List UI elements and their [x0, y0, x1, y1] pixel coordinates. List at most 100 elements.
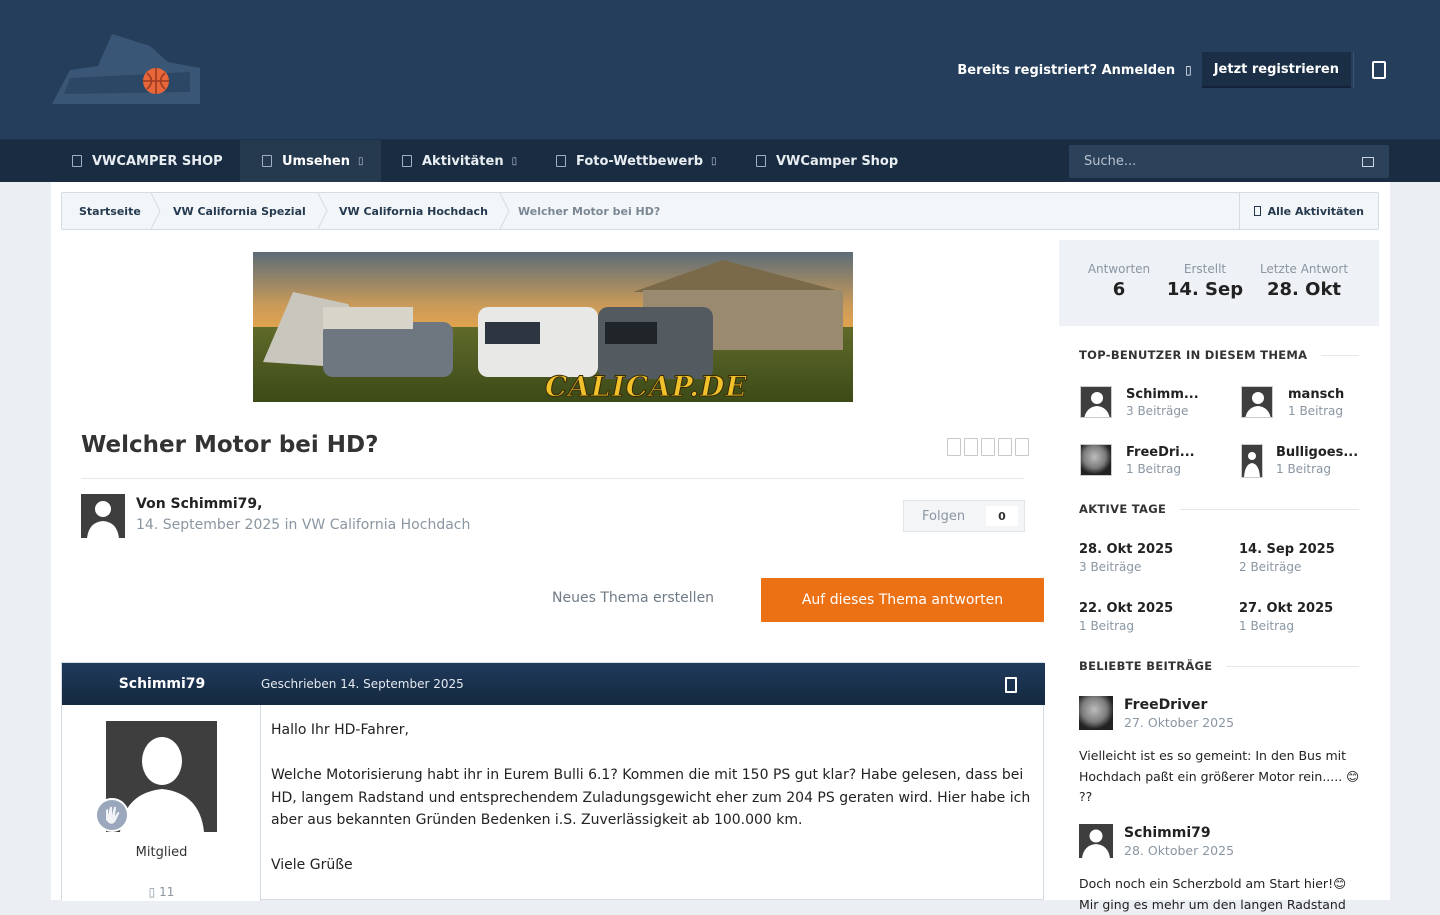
reply-button[interactable]: Auf dieses Thema antworten [761, 578, 1044, 622]
banner-text: CALICAP.DE [545, 370, 748, 403]
breadcrumb-separator [318, 193, 328, 229]
active-day[interactable]: 27. Okt 2025 1 Beitrag [1239, 601, 1333, 633]
top-user-name[interactable]: Schimm... [1126, 387, 1199, 402]
chevron-down-icon: ▯ [357, 155, 364, 167]
signin-link[interactable]: Bereits registriert? Anmelden ▯ [957, 63, 1191, 78]
comment-icon: ▯ [148, 885, 156, 899]
chevron-down-icon: ▯ [711, 155, 717, 167]
top-user[interactable]: Bulligoes... 1 Beitrag [1240, 444, 1370, 484]
search-input[interactable]: Suche... [1069, 145, 1389, 178]
top-user[interactable]: mansch 1 Beitrag [1240, 386, 1370, 426]
mobile-menu-icon[interactable] [1372, 61, 1386, 79]
star-icon[interactable] [964, 438, 978, 456]
search-options-icon[interactable] [1362, 156, 1374, 167]
active-day[interactable]: 28. Okt 2025 3 Beiträge [1079, 542, 1173, 574]
rating-stars[interactable] [947, 438, 1029, 456]
chevron-down-icon: ▯ [1185, 63, 1192, 77]
stat-value: 6 [1112, 279, 1126, 300]
active-day[interactable]: 14. Sep 2025 2 Beiträge [1239, 542, 1335, 574]
top-user-posts: 1 Beitrag [1126, 462, 1182, 476]
chevron-down-icon: ▯ [511, 155, 518, 167]
top-user[interactable]: FreeDri... 1 Beitrag [1080, 444, 1210, 484]
active-day-date: 28. Okt 2025 [1079, 542, 1174, 557]
all-activity-label: Alle Aktivitäten [1267, 204, 1364, 218]
post-date: Geschrieben 14. September 2025 [261, 677, 464, 691]
nav-item-aktivitaeten[interactable]: Aktivitäten ▯ [382, 140, 532, 182]
divider [81, 478, 1024, 479]
stat-last-reply: Letzte Antwort 28. Okt [1254, 262, 1354, 300]
search-placeholder: Suche... [1084, 154, 1137, 169]
signin-label: Bereits registriert? Anmelden [957, 62, 1176, 78]
divider [1353, 52, 1354, 88]
avatar[interactable] [1080, 444, 1112, 476]
avatar[interactable] [1241, 386, 1273, 418]
popular-post-date: 27. Oktober 2025 [1124, 715, 1235, 730]
site-logo[interactable] [50, 32, 205, 108]
stat-value: 28. Okt [1266, 279, 1342, 300]
post-content: Hallo Ihr HD-Fahrer, Welche Motorisierun… [271, 719, 1031, 899]
active-day-date: 14. Sep 2025 [1239, 542, 1335, 557]
avatar[interactable] [1080, 386, 1112, 418]
shop-icon [72, 155, 82, 167]
active-day-count: 2 Beiträge [1239, 560, 1302, 574]
heading-text: TOP-BENUTZER IN DIESEM THEMA [1079, 348, 1308, 362]
post-header: Schimmi79 Geschrieben 14. September 2025 [62, 663, 1045, 705]
active-day-date: 27. Okt 2025 [1239, 601, 1334, 616]
top-user[interactable]: Schimm... 3 Beiträge [1080, 386, 1210, 426]
active-day-count: 3 Beiträge [1079, 560, 1142, 574]
member-rank: Mitglied [135, 845, 188, 860]
top-user-name[interactable]: FreeDri... [1126, 445, 1195, 460]
new-topic-button[interactable]: Neues Thema erstellen [552, 590, 714, 606]
page-title: Welcher Motor bei HD? [81, 432, 379, 458]
heading-text: BELIEBTE BEITRÄGE [1079, 659, 1213, 673]
nav-item-foto-wettbewerb[interactable]: Foto-Wettbewerb ▯ [536, 140, 736, 182]
breadcrumb-item-spezial[interactable]: VW California Spezial [173, 193, 306, 229]
breadcrumb-separator [500, 193, 510, 229]
top-user-name[interactable]: Bulligoes... [1276, 445, 1358, 460]
star-icon[interactable] [947, 438, 961, 456]
nav-item-label: Aktivitäten [422, 153, 504, 169]
post: Schimmi79 Geschrieben 14. September 2025… [61, 662, 1045, 901]
author-name[interactable]: Von Schimmi79, [136, 496, 262, 512]
follow-button[interactable]: Folgen 0 [903, 500, 1025, 532]
author-avatar[interactable] [81, 494, 125, 538]
nav-item-vwcamper-shop-2[interactable]: VWCamper Shop [738, 140, 918, 182]
avatar[interactable] [1241, 444, 1263, 478]
advertisement-banner[interactable]: CALICAP.DE [253, 252, 853, 402]
register-button[interactable]: Jetzt registrieren [1201, 52, 1351, 88]
breadcrumb-separator [151, 193, 161, 229]
star-icon[interactable] [998, 438, 1012, 456]
post-author[interactable]: Schimmi79 [62, 663, 262, 705]
nav-item-vwcamper-shop[interactable]: VWCAMPER SHOP [54, 140, 239, 182]
thread-stats: Antworten 6 Erstellt 14. Sep Letzte Antw… [1059, 240, 1379, 326]
shop-icon [756, 155, 766, 167]
activity-icon [1253, 206, 1261, 216]
post-paragraph: Viele Grüße [271, 857, 353, 873]
follow-count: 0 [986, 506, 1018, 526]
top-user-name[interactable]: mansch [1288, 387, 1344, 402]
popular-post-text: Vielleicht ist es so gemeint: In den Bus… [1079, 748, 1360, 804]
breadcrumb-item-hochdach[interactable]: VW California Hochdach [339, 193, 488, 229]
top-user-posts: 1 Beitrag [1288, 404, 1344, 418]
share-icon[interactable] [1005, 677, 1017, 693]
nav-item-umsehen[interactable]: Umsehen ▯ [240, 140, 381, 182]
popular-post-author[interactable]: FreeDriver [1124, 697, 1207, 713]
star-icon[interactable] [981, 438, 995, 456]
active-day[interactable]: 22. Okt 2025 1 Beitrag [1079, 601, 1173, 633]
breadcrumb: Startseite VW California Spezial VW Cali… [61, 192, 1379, 230]
star-icon[interactable] [1015, 438, 1029, 456]
activity-icon [402, 155, 412, 167]
breadcrumb-item-home[interactable]: Startseite [79, 193, 141, 229]
forum-link[interactable]: VW California Hochdach [302, 517, 471, 533]
avatar[interactable] [1079, 824, 1113, 858]
stat-created: Erstellt 14. Sep [1161, 262, 1249, 300]
top-user-posts: 3 Beiträge [1126, 404, 1189, 418]
all-activity-link[interactable]: Alle Aktivitäten [1238, 193, 1378, 229]
avatar[interactable] [1079, 696, 1113, 730]
popular-post-text: Doch noch ein Scherzbold am Start hier!😊… [1079, 876, 1347, 912]
browse-icon [262, 155, 272, 167]
follow-label: Folgen [922, 508, 966, 524]
nav-item-label: VWCAMPER SHOP [92, 153, 223, 169]
popular-post-author[interactable]: Schimmi79 [1124, 825, 1211, 841]
active-day-date: 22. Okt 2025 [1079, 601, 1174, 616]
